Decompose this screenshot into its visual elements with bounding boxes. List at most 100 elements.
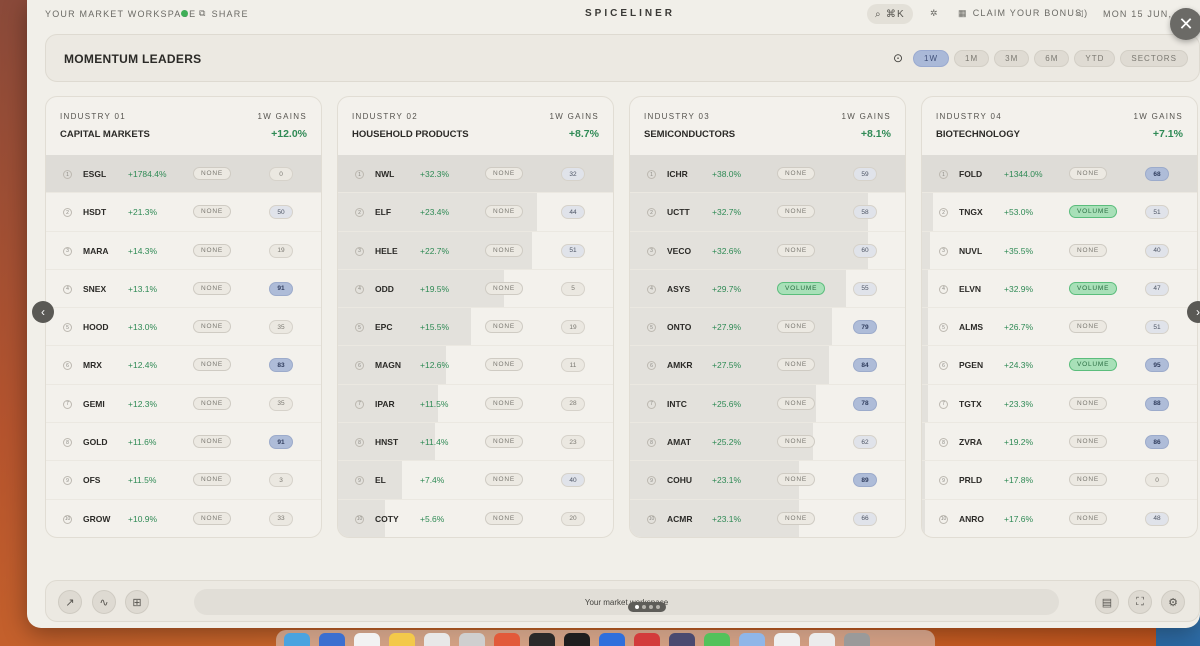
- ticker-symbol[interactable]: NUVL: [959, 246, 982, 256]
- ticker-symbol[interactable]: TNGX: [959, 207, 983, 217]
- ticker-symbol[interactable]: HELE: [375, 246, 398, 256]
- ticker-row[interactable]: 6 PGEN +24.3% VOLUME 95: [922, 346, 1197, 385]
- ticker-row[interactable]: 7 TGTX +23.3% NONE 88: [922, 384, 1197, 424]
- trend-icon[interactable]: ↗: [58, 590, 82, 614]
- ticker-row[interactable]: 3 VECO +32.6% NONE 60: [630, 231, 905, 270]
- ticker-symbol[interactable]: ICHR: [667, 169, 688, 179]
- ticker-row[interactable]: 4 ELVN +32.9% VOLUME 47: [922, 269, 1197, 309]
- ticker-row[interactable]: 9 EL +7.4% NONE 40: [338, 461, 613, 500]
- ticker-row[interactable]: 8 AMAT +25.2% NONE 62: [630, 423, 905, 462]
- search-button[interactable]: ⌕ ⌘K: [867, 4, 913, 24]
- ticker-symbol[interactable]: GROW: [83, 514, 110, 524]
- ticker-symbol[interactable]: AMAT: [667, 437, 691, 447]
- dock-app-icon[interactable]: [599, 633, 625, 646]
- page-indicator[interactable]: [628, 602, 666, 612]
- ticker-symbol[interactable]: VECO: [667, 246, 691, 256]
- ticker-row[interactable]: 5 ALMS +26.7% NONE 51: [922, 308, 1197, 347]
- ticker-symbol[interactable]: ACMR: [667, 514, 693, 524]
- ticker-symbol[interactable]: GEMI: [83, 399, 105, 409]
- dock-app-icon[interactable]: [389, 633, 415, 646]
- screenshot-icon[interactable]: ⊙: [893, 51, 903, 65]
- ticker-symbol[interactable]: COHU: [667, 475, 692, 485]
- ticker-symbol[interactable]: ODD: [375, 284, 394, 294]
- ticker-row[interactable]: 5 HOOD +13.0% NONE 35: [46, 308, 321, 347]
- speaker-icon[interactable]: ◁): [1076, 8, 1088, 19]
- ticker-row[interactable]: 1 FOLD +1344.0% NONE 68: [922, 155, 1197, 194]
- ticker-row[interactable]: 7 INTC +25.6% NONE 78: [630, 384, 905, 424]
- dock-app-icon[interactable]: [634, 633, 660, 646]
- page-dot[interactable]: [655, 605, 660, 609]
- ticker-row[interactable]: 2 UCTT +32.7% NONE 58: [630, 193, 905, 232]
- tab-6m[interactable]: 6M: [1034, 50, 1070, 67]
- ticker-symbol[interactable]: ZVRA: [959, 437, 982, 447]
- ticker-row[interactable]: 8 ZVRA +19.2% NONE 86: [922, 423, 1197, 462]
- tab-3m[interactable]: 3M: [994, 50, 1030, 67]
- page-dot[interactable]: [641, 605, 646, 609]
- ticker-row[interactable]: 8 GOLD +11.6% NONE 91: [46, 423, 321, 462]
- claim-bonus-button[interactable]: ▦ CLAIM YOUR BONUS: [958, 8, 1082, 19]
- ticker-symbol[interactable]: HOOD: [83, 322, 109, 332]
- settings-icon[interactable]: ⚙: [1161, 590, 1185, 614]
- ticker-symbol[interactable]: AMKR: [667, 360, 693, 370]
- dock-app-icon[interactable]: [424, 633, 450, 646]
- ticker-row[interactable]: 2 ELF +23.4% NONE 44: [338, 193, 613, 232]
- ticker-symbol[interactable]: ONTO: [667, 322, 691, 332]
- ticker-symbol[interactable]: PGEN: [959, 360, 983, 370]
- share-button[interactable]: ⧉ SHARE: [199, 8, 249, 19]
- tab-sectors[interactable]: SECTORS: [1120, 50, 1188, 67]
- ticker-row[interactable]: 10 ANRO +17.6% NONE 48: [922, 499, 1197, 537]
- ticker-row[interactable]: 4 ODD +19.5% NONE 5: [338, 269, 613, 309]
- dock-app-icon[interactable]: [459, 633, 485, 646]
- dock-app-icon[interactable]: [319, 633, 345, 646]
- ticker-symbol[interactable]: ASYS: [667, 284, 690, 294]
- ticker-row[interactable]: 3 MARA +14.3% NONE 19: [46, 232, 321, 270]
- ticker-row[interactable]: 8 HNST +11.4% NONE 23: [338, 423, 613, 462]
- layout-icon[interactable]: ▤: [1095, 590, 1119, 614]
- ticker-symbol[interactable]: FOLD: [959, 169, 982, 179]
- ticker-symbol[interactable]: ALMS: [959, 322, 983, 332]
- ticker-row[interactable]: 4 ASYS +29.7% VOLUME 55: [630, 269, 905, 309]
- ticker-row[interactable]: 6 AMKR +27.5% NONE 84: [630, 346, 905, 385]
- dock-app-icon[interactable]: [564, 633, 590, 646]
- ticker-symbol[interactable]: MARA: [83, 246, 109, 256]
- dock-app-icon[interactable]: [704, 633, 730, 646]
- workspace-pill[interactable]: Your market workspace: [194, 589, 1059, 615]
- ticker-symbol[interactable]: EPC: [375, 322, 392, 332]
- ticker-row[interactable]: 7 IPAR +11.5% NONE 28: [338, 384, 613, 424]
- ticker-row[interactable]: 5 ONTO +27.9% NONE 79: [630, 308, 905, 347]
- ticker-symbol[interactable]: ANRO: [959, 514, 984, 524]
- ticker-symbol[interactable]: UCTT: [667, 207, 690, 217]
- ticker-row[interactable]: 2 TNGX +53.0% VOLUME 51: [922, 193, 1197, 232]
- page-dot[interactable]: [648, 605, 653, 609]
- ticker-row[interactable]: 1 ESGL +1784.4% NONE 0: [46, 155, 321, 194]
- ticker-symbol[interactable]: HSDT: [83, 207, 106, 217]
- ticker-row[interactable]: 7 GEMI +12.3% NONE 35: [46, 385, 321, 424]
- tab-ytd[interactable]: YTD: [1074, 50, 1116, 67]
- ticker-symbol[interactable]: ELVN: [959, 284, 981, 294]
- ticker-symbol[interactable]: MRX: [83, 360, 102, 370]
- ticker-row[interactable]: 1 ICHR +38.0% NONE 59: [630, 155, 905, 194]
- dock-app-icon[interactable]: [844, 633, 870, 646]
- ticker-symbol[interactable]: MAGN: [375, 360, 401, 370]
- ticker-row[interactable]: 10 GROW +10.9% NONE 33: [46, 500, 321, 537]
- ticker-symbol[interactable]: INTC: [667, 399, 687, 409]
- grid-icon[interactable]: ⊞: [125, 590, 149, 614]
- dock-app-icon[interactable]: [774, 633, 800, 646]
- pulse-icon[interactable]: ∿: [92, 590, 116, 614]
- ticker-symbol[interactable]: ELF: [375, 207, 391, 217]
- dock-app-icon[interactable]: [494, 633, 520, 646]
- ticker-symbol[interactable]: PRLD: [959, 475, 982, 485]
- dock-app-icon[interactable]: [809, 633, 835, 646]
- ticker-symbol[interactable]: IPAR: [375, 399, 395, 409]
- prev-arrow-icon[interactable]: ‹: [32, 301, 54, 323]
- ticker-symbol[interactable]: NWL: [375, 169, 394, 179]
- ticker-row[interactable]: 2 HSDT +21.3% NONE 50: [46, 193, 321, 232]
- ticker-row[interactable]: 3 NUVL +35.5% NONE 40: [922, 231, 1197, 270]
- ticker-row[interactable]: 9 PRLD +17.8% NONE 0: [922, 461, 1197, 500]
- ticker-row[interactable]: 6 MAGN +12.6% NONE 11: [338, 346, 613, 385]
- ticker-symbol[interactable]: TGTX: [959, 399, 982, 409]
- ticker-row[interactable]: 3 HELE +22.7% NONE 51: [338, 231, 613, 270]
- ticker-symbol[interactable]: COTY: [375, 514, 399, 524]
- dock-app-icon[interactable]: [354, 633, 380, 646]
- close-icon[interactable]: ✕: [1170, 8, 1200, 40]
